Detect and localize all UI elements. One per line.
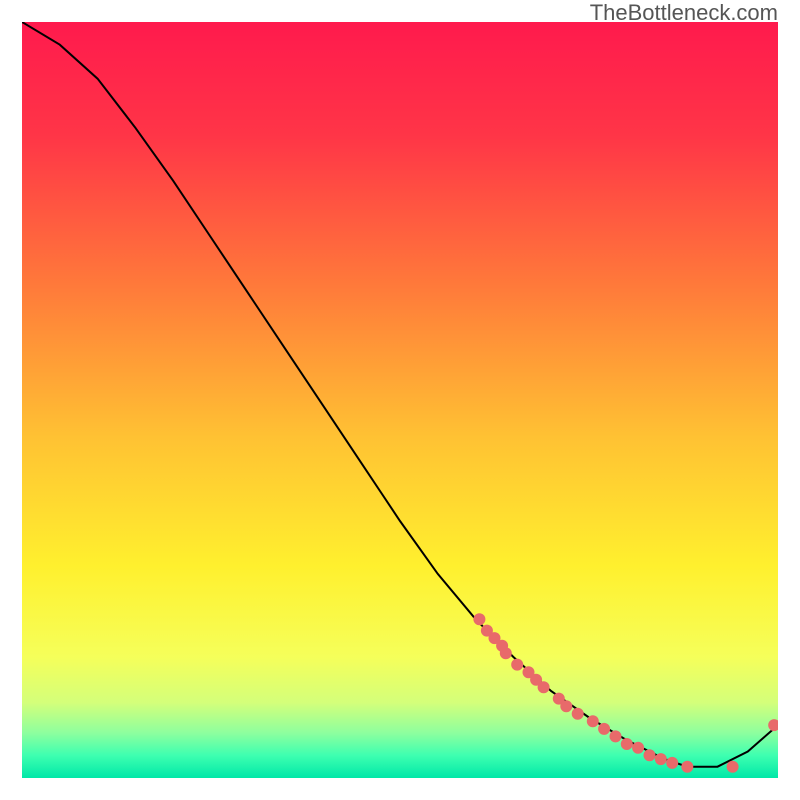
data-marker: [768, 719, 778, 731]
plot-area: [22, 22, 778, 778]
data-marker: [587, 715, 599, 727]
data-marker: [666, 757, 678, 769]
data-marker: [598, 723, 610, 735]
data-marker: [681, 761, 693, 773]
data-marker: [621, 738, 633, 750]
chart-overlay: [22, 22, 778, 778]
data-marker: [538, 681, 550, 693]
data-marker: [655, 753, 667, 765]
data-marker: [610, 730, 622, 742]
data-marker: [572, 708, 584, 720]
chart-container: TheBottleneck.com: [0, 0, 800, 800]
data-markers: [473, 613, 778, 773]
data-marker: [644, 749, 656, 761]
data-marker: [632, 742, 644, 754]
bottleneck-curve: [22, 22, 778, 767]
data-marker: [500, 647, 512, 659]
data-marker: [727, 761, 739, 773]
data-marker: [473, 613, 485, 625]
data-marker: [560, 700, 572, 712]
data-marker: [511, 659, 523, 671]
